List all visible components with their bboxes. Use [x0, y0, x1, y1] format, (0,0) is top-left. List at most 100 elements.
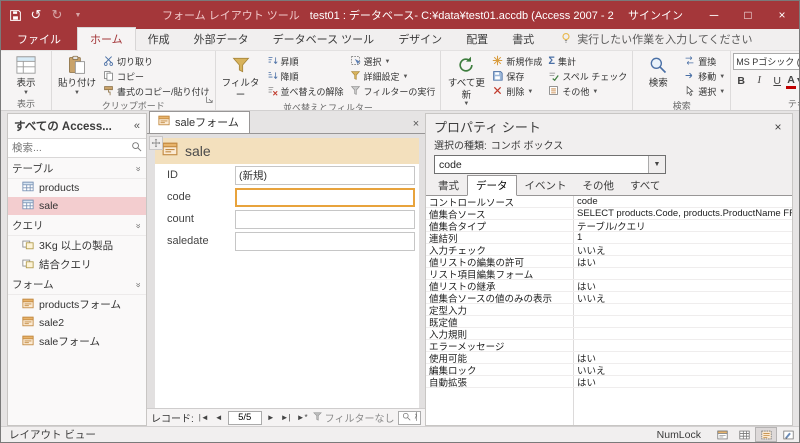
- tab-create[interactable]: 作成: [136, 28, 182, 50]
- property-name[interactable]: 値リストの編集の許可: [426, 256, 574, 267]
- field-value-code-combo[interactable]: [235, 187, 415, 207]
- clipboard-dialog-launcher-icon[interactable]: [205, 91, 213, 109]
- field-label-id[interactable]: ID: [159, 169, 235, 181]
- pstab-all[interactable]: すべて: [622, 176, 668, 195]
- property-value[interactable]: はい: [574, 280, 792, 292]
- find-button[interactable]: 検索: [635, 52, 681, 90]
- tab-external-data[interactable]: 外部データ: [182, 28, 261, 50]
- datasheet-view-button[interactable]: [733, 427, 755, 442]
- filter-button[interactable]: フィルター: [218, 52, 264, 101]
- chevron-down-icon[interactable]: ▼: [648, 156, 665, 173]
- view-button[interactable]: 表示 ▼: [3, 52, 49, 97]
- nav-item-sale-form[interactable]: saleフォーム: [8, 332, 146, 351]
- totals-button[interactable]: Σ 集計: [545, 54, 630, 69]
- nav-item-sale[interactable]: sale: [8, 197, 146, 215]
- bold-button[interactable]: B: [733, 73, 749, 89]
- property-name[interactable]: 定型入力: [426, 304, 574, 315]
- underline-button[interactable]: U: [769, 73, 785, 89]
- layout-move-handle-icon[interactable]: [149, 136, 163, 150]
- property-value[interactable]: 1: [574, 232, 792, 243]
- advanced-filter-button[interactable]: 詳細設定 ▼: [347, 69, 439, 84]
- property-value[interactable]: code: [574, 196, 792, 207]
- more-button[interactable]: その他 ▼: [545, 84, 630, 99]
- property-name[interactable]: 値リストの継承: [426, 280, 574, 291]
- field-value-count[interactable]: [235, 209, 415, 229]
- record-search-input[interactable]: [414, 412, 417, 423]
- property-name[interactable]: エラーメッセージ: [426, 340, 574, 351]
- sign-in-button[interactable]: サインイン: [614, 7, 697, 23]
- field-value-id[interactable]: (新規): [235, 165, 415, 185]
- property-value[interactable]: いいえ: [574, 292, 792, 304]
- property-value[interactable]: [574, 304, 792, 315]
- property-value[interactable]: いいえ: [574, 364, 792, 376]
- select-button[interactable]: 選択 ▼: [681, 84, 728, 99]
- design-view-button[interactable]: [777, 427, 799, 442]
- maximize-button[interactable]: □: [731, 1, 765, 29]
- property-value[interactable]: [574, 328, 792, 339]
- record-search-box[interactable]: [398, 410, 421, 425]
- property-value[interactable]: [574, 316, 792, 327]
- close-button[interactable]: ×: [765, 1, 799, 29]
- property-name[interactable]: 値集合ソース: [426, 208, 574, 219]
- tab-home[interactable]: ホーム: [77, 27, 136, 51]
- field-label-saledate[interactable]: saledate: [159, 235, 235, 247]
- tab-design[interactable]: デザイン: [386, 28, 454, 50]
- property-name[interactable]: リスト項目編集フォーム: [426, 268, 574, 279]
- property-value[interactable]: [574, 268, 792, 279]
- tab-database-tools[interactable]: データベース ツール: [261, 28, 387, 50]
- paste-button[interactable]: 貼り付け ▼: [54, 52, 100, 97]
- sort-descending-button[interactable]: 降順: [264, 69, 347, 84]
- property-value[interactable]: [574, 340, 792, 351]
- field-label-count[interactable]: count: [159, 213, 235, 225]
- pstab-data[interactable]: データ: [467, 175, 517, 196]
- nav-section-queries[interactable]: クエリ «: [8, 215, 146, 236]
- field-label-code[interactable]: code: [159, 191, 235, 203]
- format-painter-button[interactable]: 書式のコピー/貼り付け: [100, 84, 213, 99]
- font-name-combo[interactable]: MS Pゴシック (詳細) ▼: [733, 53, 799, 70]
- copy-button[interactable]: コピー: [100, 69, 213, 84]
- field-value-saledate[interactable]: [235, 231, 415, 251]
- form-header[interactable]: sale: [155, 138, 419, 164]
- save-icon[interactable]: [5, 4, 25, 26]
- tell-me-box[interactable]: 実行したい作業を入力してください: [560, 31, 753, 47]
- property-name[interactable]: コントロールソース: [426, 196, 574, 207]
- property-value[interactable]: いいえ: [574, 244, 792, 256]
- first-record-button[interactable]: |◄: [198, 413, 210, 422]
- property-value[interactable]: SELECT products.Code, products.ProductNa…: [574, 208, 792, 219]
- property-name[interactable]: 入力チェック: [426, 244, 574, 255]
- object-selector-combo[interactable]: code ▼: [434, 155, 666, 174]
- nav-item-sale2-form[interactable]: sale2: [8, 314, 146, 332]
- property-name[interactable]: 編集ロック: [426, 364, 574, 375]
- property-name[interactable]: 連結列: [426, 232, 574, 243]
- nav-section-tables[interactable]: テーブル «: [8, 158, 146, 179]
- property-value[interactable]: はい: [574, 256, 792, 268]
- refresh-all-button[interactable]: すべて更新 ▼: [443, 52, 489, 108]
- new-blank-record-button[interactable]: ►*: [296, 413, 309, 422]
- pstab-event[interactable]: イベント: [517, 176, 575, 195]
- undo-icon[interactable]: ↺: [26, 4, 46, 26]
- pstab-format[interactable]: 書式: [430, 176, 467, 195]
- property-name[interactable]: 使用可能: [426, 352, 574, 363]
- nav-item-query-join[interactable]: 結合クエリ: [8, 255, 146, 274]
- sort-ascending-button[interactable]: 昇順: [264, 54, 347, 69]
- redo-icon[interactable]: ↻: [47, 4, 67, 26]
- document-close-icon[interactable]: ×: [407, 115, 425, 133]
- previous-record-button[interactable]: ◄: [214, 413, 224, 422]
- layout-view-button[interactable]: [755, 427, 777, 442]
- last-record-button[interactable]: ►|: [280, 413, 292, 422]
- property-name[interactable]: 既定値: [426, 316, 574, 327]
- nav-item-products-form[interactable]: productsフォーム: [8, 295, 146, 314]
- property-value[interactable]: テーブル/クエリ: [574, 220, 792, 232]
- property-name[interactable]: 自動拡張: [426, 376, 574, 387]
- selection-button[interactable]: 選択 ▼: [347, 54, 439, 69]
- filter-status[interactable]: フィルターなし: [312, 410, 394, 425]
- record-position-input[interactable]: [227, 410, 262, 425]
- property-value[interactable]: はい: [574, 352, 792, 364]
- property-sheet-close-icon[interactable]: ×: [770, 120, 786, 134]
- italic-button[interactable]: I: [751, 73, 767, 89]
- goto-button[interactable]: 移動 ▼: [681, 69, 728, 84]
- tab-arrange[interactable]: 配置: [454, 28, 500, 50]
- nav-pane-header[interactable]: すべての Access... «: [8, 114, 146, 138]
- property-name[interactable]: 値集合ソースの値のみの表示: [426, 292, 574, 303]
- pstab-other[interactable]: その他: [575, 176, 623, 195]
